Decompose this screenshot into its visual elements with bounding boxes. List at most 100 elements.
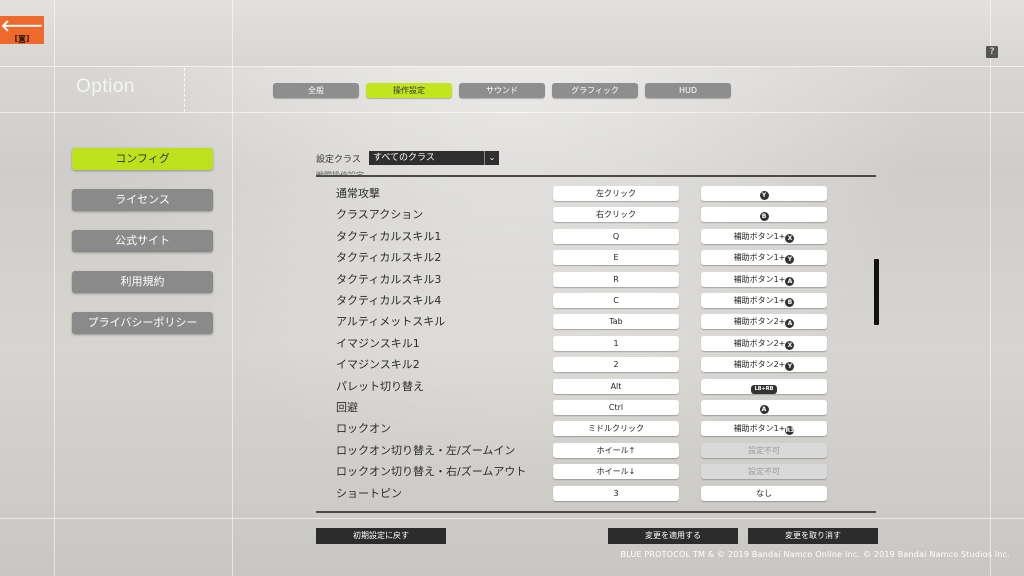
- binding-action-label: イマジンスキル2: [336, 358, 420, 371]
- binding-action-label: クラスアクション: [336, 208, 424, 221]
- binding-action-label: ロックオン: [336, 422, 391, 435]
- binding-row: ロックオン切り替え・右/ズームアウト ホイール↓ 設定不可: [316, 464, 876, 480]
- gamepad-binding-text: 設定不可: [748, 467, 780, 476]
- keyboard-binding-button[interactable]: C: [553, 293, 679, 308]
- gamepad-button-icon: X: [785, 234, 795, 243]
- tab-graphics[interactable]: グラフィック: [552, 83, 638, 98]
- gamepad-binding-text: 補助ボタン1+: [733, 253, 786, 262]
- gamepad-button-icon: X: [785, 341, 795, 350]
- keyboard-binding-button[interactable]: 3: [553, 486, 679, 501]
- page-title: Option: [76, 76, 135, 97]
- binding-action-label: イマジンスキル1: [336, 337, 420, 350]
- class-filter-label: 設定クラス: [316, 155, 361, 165]
- gamepad-binding-text: 補助ボタン2+: [733, 339, 786, 348]
- gamepad-button-icon: Y: [785, 362, 795, 371]
- keyboard-binding-button[interactable]: Ctrl: [553, 400, 679, 415]
- binding-row: クラスアクション 右クリック B: [316, 207, 876, 223]
- binding-action-label: ロックオン切り替え・左/ズームイン: [336, 444, 516, 457]
- gamepad-binding-button[interactable]: 補助ボタン2+ Y: [701, 357, 827, 372]
- gamepad-binding-button[interactable]: 補助ボタン1+ X: [701, 229, 827, 244]
- gamepad-binding-text: 補助ボタン1+: [733, 424, 786, 433]
- sidebar-item-config[interactable]: コンフィグ: [72, 148, 213, 170]
- gamepad-binding-text: 補助ボタン2+: [733, 317, 786, 326]
- panel-top-divider: [316, 175, 876, 177]
- gamepad-button-icon: LB+RB: [751, 385, 777, 394]
- gamepad-button-icon: B: [759, 212, 769, 221]
- gamepad-binding-text: なし: [756, 489, 772, 498]
- tab-sound[interactable]: サウンド: [459, 83, 545, 98]
- keyboard-binding-button[interactable]: ホイール↓: [553, 464, 679, 479]
- gamepad-binding-button[interactable]: 補助ボタン2+ X: [701, 336, 827, 351]
- keyboard-binding-button[interactable]: Tab: [553, 314, 679, 329]
- apply-changes-button[interactable]: 変更を適用する: [608, 528, 738, 544]
- reset-defaults-button[interactable]: 初期設定に戻す: [316, 528, 446, 544]
- binding-row: タクティカルスキル2 E 補助ボタン1+ Y: [316, 250, 876, 266]
- binding-action-label: 通常攻撃: [336, 187, 380, 200]
- binding-row: タクティカルスキル3 R 補助ボタン1+ A: [316, 272, 876, 288]
- sidebar: コンフィグ ライセンス 公式サイト 利用規約 プライバシーポリシー: [72, 148, 213, 334]
- binding-action-label: タクティカルスキル4: [336, 294, 442, 307]
- binding-row: 回避 Ctrl A: [316, 400, 876, 416]
- gamepad-binding-button[interactable]: 補助ボタン1+ A: [701, 272, 827, 287]
- sidebar-item-terms[interactable]: 利用規約: [72, 271, 213, 293]
- gamepad-button-icon: R3: [785, 426, 795, 435]
- keyboard-binding-button[interactable]: E: [553, 250, 679, 265]
- gamepad-binding-button[interactable]: 補助ボタン2+ A: [701, 314, 827, 329]
- gamepad-binding-text: 補助ボタン1+: [733, 232, 786, 241]
- binding-row: アルティメットスキル Tab 補助ボタン2+ A: [316, 314, 876, 330]
- chevron-down-icon: ⌄: [484, 151, 499, 165]
- binding-action-label: ショートピン: [336, 487, 402, 500]
- binding-row: イマジンスキル1 1 補助ボタン2+ X: [316, 336, 876, 352]
- gamepad-binding-button[interactable]: 補助ボタン1+R3: [701, 421, 827, 436]
- sidebar-item-privacy[interactable]: プライバシーポリシー: [72, 312, 213, 334]
- keybinding-panel: 戦闘操作設定 通常攻撃 左クリック Y クラスアクション 右クリック B タクティカルスキル…: [316, 171, 878, 515]
- gamepad-binding-button: 設定不可: [701, 464, 827, 479]
- keyboard-binding-button[interactable]: R: [553, 272, 679, 287]
- help-icon[interactable]: ?: [986, 46, 998, 58]
- gamepad-binding-text: 補助ボタン1+: [733, 296, 786, 305]
- gamepad-binding-button[interactable]: なし: [701, 486, 827, 501]
- sidebar-item-license[interactable]: ライセンス: [72, 189, 213, 211]
- frame-line: [54, 0, 55, 576]
- binding-row: パレット切り替え Alt LB+RB: [316, 379, 876, 395]
- gamepad-binding-button[interactable]: 補助ボタン1+ Y: [701, 250, 827, 265]
- binding-action-label: タクティカルスキル1: [336, 230, 442, 243]
- frame-line: [0, 518, 1024, 519]
- sidebar-item-official-site[interactable]: 公式サイト: [72, 230, 213, 252]
- binding-row: イマジンスキル2 2 補助ボタン2+ Y: [316, 357, 876, 373]
- gamepad-binding-button[interactable]: A: [701, 400, 827, 415]
- gamepad-button-icon: B: [785, 298, 795, 307]
- class-filter-select[interactable]: すべてのクラス ⌄: [369, 151, 499, 165]
- gamepad-binding-button[interactable]: Y: [701, 186, 827, 201]
- binding-row: ショートピン 3 なし: [316, 486, 876, 502]
- keyboard-binding-button[interactable]: ホイール↑: [553, 443, 679, 458]
- keyboard-binding-button[interactable]: 1: [553, 336, 679, 351]
- gamepad-binding-button[interactable]: 補助ボタン1+ B: [701, 293, 827, 308]
- binding-action-label: タクティカルスキル2: [336, 251, 442, 264]
- binding-row: 通常攻撃 左クリック Y: [316, 186, 876, 202]
- back-button[interactable]: 🡐 [◙]: [0, 16, 44, 44]
- title-divider: [184, 68, 185, 112]
- discard-changes-button[interactable]: 変更を取り消す: [748, 528, 878, 544]
- frame-line: [0, 112, 1024, 113]
- tab-general[interactable]: 全般: [273, 83, 359, 98]
- binding-action-label: ロックオン切り替え・右/ズームアウト: [336, 465, 527, 478]
- tab-hud[interactable]: HUD: [645, 83, 731, 98]
- keyboard-binding-button[interactable]: 右クリック: [553, 207, 679, 222]
- keyboard-binding-button[interactable]: Q: [553, 229, 679, 244]
- scrollbar-thumb[interactable]: [874, 259, 879, 325]
- binding-row: ロックオン切り替え・左/ズームイン ホイール↑ 設定不可: [316, 443, 876, 459]
- keyboard-binding-button[interactable]: ミドルクリック: [553, 421, 679, 436]
- gamepad-button-icon: A: [759, 405, 769, 414]
- gamepad-button-icon: A: [785, 277, 795, 286]
- keyboard-binding-button[interactable]: Alt: [553, 379, 679, 394]
- gamepad-button-icon: A: [785, 319, 795, 328]
- tab-controls[interactable]: 操作設定: [366, 83, 452, 98]
- keyboard-binding-button[interactable]: 左クリック: [553, 186, 679, 201]
- binding-action-label: タクティカルスキル3: [336, 273, 442, 286]
- gamepad-binding-button[interactable]: LB+RB: [701, 379, 827, 394]
- keyboard-binding-button[interactable]: 2: [553, 357, 679, 372]
- class-filter-value: すべてのクラス: [373, 153, 435, 163]
- frame-line: [990, 0, 991, 576]
- gamepad-binding-button[interactable]: B: [701, 207, 827, 222]
